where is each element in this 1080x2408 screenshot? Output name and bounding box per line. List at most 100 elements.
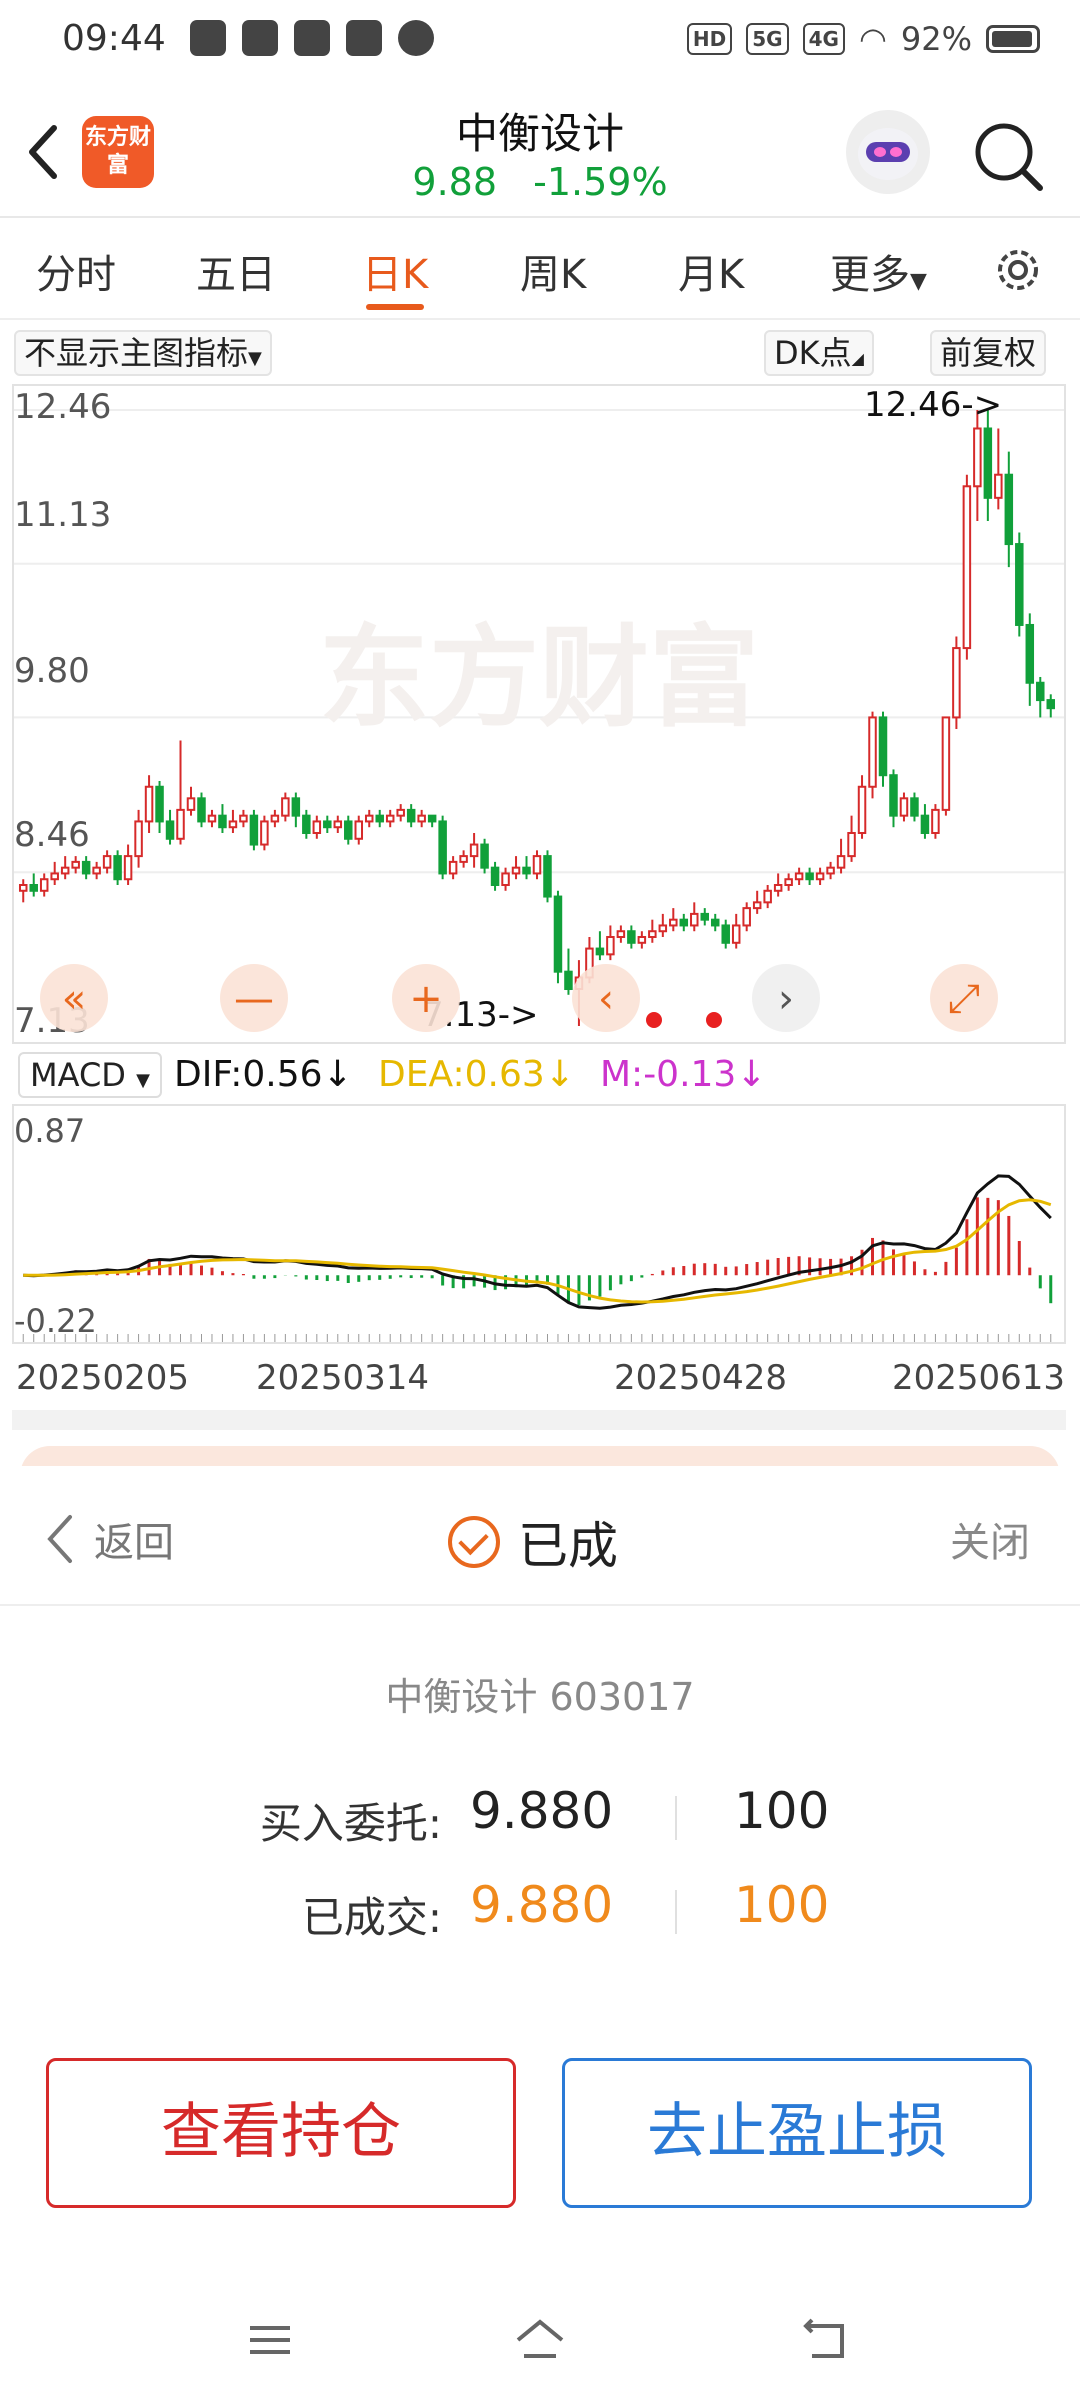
candle-body [312,820,322,834]
candle-body [228,820,238,829]
macd-min-label: -0.22 [14,1302,97,1340]
dialog-title-text: 已成 [518,1517,618,1575]
dialog-header: 返回 已成 关闭 [0,1466,1080,1606]
candle-body [606,936,615,956]
dropdown-arrow-icon: ▼ [910,269,927,294]
dif-value: DIF:0.56↓ [174,1054,353,1095]
candle-body [658,924,668,933]
candle-body [1046,699,1056,710]
candle-body [983,427,993,499]
macd-legend: MACD ▼ DIF:0.56↓ DEA:0.63↓ M:-0.13↓ [14,1050,1074,1102]
candle-body [679,918,689,927]
location-icon [398,20,434,56]
fullscreen-button-glyph: ⤢ [948,976,980,1022]
candle-body [218,814,227,829]
back-arrow-icon[interactable] [16,112,76,192]
candle-body [773,884,783,892]
tab-fenshi[interactable]: 分时 [36,242,116,300]
chart-toolbar: 不显示主图指标▼ DK点◢ 前复权 [0,328,1080,380]
gear-icon[interactable] [988,240,1048,300]
5g-tag: 5G [746,23,789,55]
candle-body [102,855,112,869]
candle-body [805,872,814,881]
menu-icon[interactable] [240,2310,300,2370]
divider [675,1890,677,1934]
fast-back-button-glyph: « [62,976,86,1022]
candle-body [249,814,259,846]
active-tab-underline [366,304,424,310]
candle-body [165,820,175,840]
candle-body [81,860,91,875]
tab-monthly-k[interactable]: 月K [678,242,744,300]
candle-body [931,808,940,834]
candle-body [878,716,888,777]
battery-icon [986,25,1040,53]
candle-body [847,831,856,858]
next-button-glyph: › [778,976,794,1022]
dialog-back-label: 返回 [94,1520,174,1566]
wifi-icon: ◠ [858,20,887,58]
candle-body [123,855,133,881]
candle-body [197,797,206,823]
back-nav-icon[interactable] [796,2310,856,2370]
candle-body [333,820,343,829]
candle-body [50,872,59,881]
candle-body [994,473,1003,499]
tab-daily-k[interactable]: 日K [362,242,428,300]
date-label: 20250205 [16,1358,190,1398]
candle-body [323,820,332,829]
macd-select[interactable]: MACD ▼ [18,1052,162,1098]
macd-select-label: MACD [30,1056,126,1094]
date-label: 20250428 [614,1358,788,1398]
dialog-close-button[interactable]: 关闭 [950,1510,1030,1568]
candle-body [459,855,468,863]
candle-body [889,774,898,817]
dk-point-button[interactable]: DK点◢ [764,330,874,376]
filled-label: 已成交: [301,1893,442,1942]
candle-body [564,970,573,991]
candle-body [291,797,301,817]
candle-body [669,918,678,927]
dropdown-arrow-icon: ▼ [136,1070,150,1091]
candle-body [469,843,479,858]
candle-body [543,855,552,898]
candle-body [438,820,447,875]
prev-button-glyph: ‹ [598,976,614,1022]
dialog-back-button[interactable]: 返回 [44,1510,174,1568]
candle-body [648,930,657,939]
m-value: M:-0.13↓ [600,1054,767,1095]
candle-body [794,872,804,881]
dialog-title: 已成 [448,1506,618,1578]
assistant-avatar-icon[interactable] [846,110,930,194]
candle-body [480,843,489,869]
candle-body [616,930,626,939]
app-notification-icon [294,20,330,56]
fq-button[interactable]: 前复权 [930,330,1047,376]
tab-weekly-k[interactable]: 周K [520,242,586,300]
stop-loss-button[interactable]: 去止盈止损 [562,2058,1032,2208]
divider [675,1796,677,1840]
view-position-button[interactable]: 查看持仓 [46,2058,516,2208]
candle-body [1025,623,1035,684]
candle-body [92,866,101,875]
indicator-select[interactable]: 不显示主图指标▼ [14,330,272,376]
candle-body [239,814,248,823]
entrust-label: 买入委托: [259,1799,442,1848]
chart-bottom-strip [12,1410,1066,1430]
candle-body [427,814,437,823]
home-icon[interactable] [510,2310,570,2370]
kline-svg: 东方财富12.4611.139.808.467.1312.46->7.13->«… [14,385,1064,1041]
candle-body [176,808,185,840]
app-logo[interactable]: 东方财富 [82,116,154,188]
battery-level: 92% [900,20,972,58]
candle-body [941,716,951,811]
search-icon[interactable] [968,116,1048,196]
candle-body [71,860,80,869]
tab-more[interactable]: 更多▼ [830,242,927,300]
dk-point-label: DK点 [774,334,852,372]
candle-body [1015,543,1024,626]
system-nav-bar [0,2290,1080,2390]
macd-chart[interactable]: 0.87 -0.22 [12,1104,1066,1344]
kline-chart[interactable]: 东方财富12.4611.139.808.467.1312.46->7.13->«… [12,384,1066,1044]
tab-5day[interactable]: 五日 [196,242,276,300]
